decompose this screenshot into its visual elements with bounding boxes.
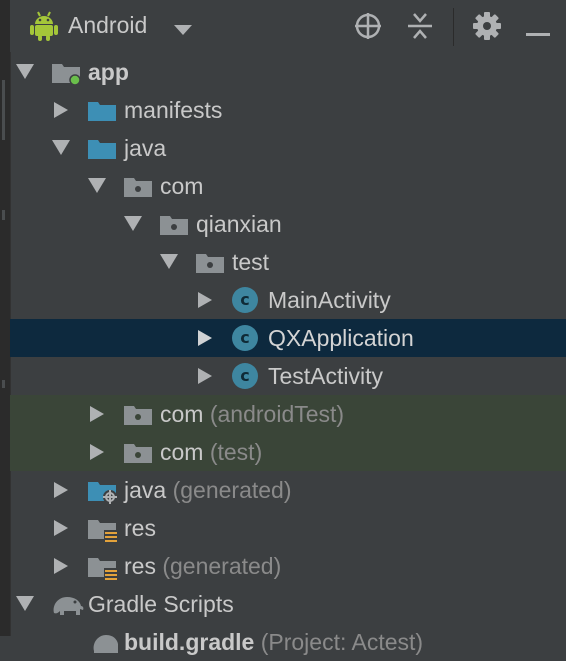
tree-label: com [160, 439, 204, 465]
tree-row-main-activity[interactable]: c MainActivity [10, 281, 566, 319]
strip-marker [2, 210, 5, 220]
expanded-arrow-icon[interactable] [16, 596, 34, 617]
tree-label: TestActivity [268, 363, 384, 389]
strip-marker [2, 380, 5, 388]
tree-row-test[interactable]: test [10, 243, 566, 281]
tree-row-com-test[interactable]: com (test) [10, 433, 566, 471]
tree-row-java-generated[interactable]: java (generated) [10, 471, 566, 509]
module-folder-icon [52, 61, 82, 90]
collapsed-arrow-icon[interactable] [54, 558, 68, 579]
gradle-elephant-icon [50, 593, 84, 622]
tree-row-gradle-scripts[interactable]: Gradle Scripts [10, 585, 566, 623]
tree-label: com [160, 173, 204, 199]
collapsed-arrow-icon[interactable] [54, 520, 68, 541]
tree-label: app [88, 59, 129, 85]
tree-label: java [124, 135, 167, 161]
tree-row-app[interactable]: app [10, 53, 566, 91]
generated-folder-icon [88, 479, 120, 510]
class-icon: c [232, 287, 258, 313]
package-icon [160, 213, 190, 242]
package-icon [124, 175, 154, 204]
class-icon: c [232, 325, 258, 351]
tree-label-hint: (test) [209, 439, 263, 465]
package-icon [124, 441, 154, 470]
toolbar-separator [453, 8, 454, 46]
tree-row-qx-application[interactable]: c QXApplication [10, 319, 566, 357]
tree-row-java[interactable]: java [10, 129, 566, 167]
tree-label: res [124, 553, 156, 579]
tree-label: com [160, 401, 204, 427]
tree-label: QXApplication [268, 325, 414, 351]
tree-label: res [124, 515, 156, 541]
collapsed-arrow-icon[interactable] [198, 330, 212, 351]
tree-row-res-generated[interactable]: res (generated) [10, 547, 566, 585]
collapsed-arrow-icon[interactable] [90, 444, 104, 465]
tree-label-hint: (androidTest) [209, 401, 345, 427]
collapsed-arrow-icon[interactable] [198, 368, 212, 389]
package-icon [196, 251, 226, 280]
collapsed-arrow-icon[interactable] [54, 102, 68, 123]
tree-row-com-android-test[interactable]: com (androidTest) [10, 395, 566, 433]
gear-icon[interactable] [473, 12, 501, 45]
expanded-arrow-icon[interactable] [124, 216, 142, 237]
collapsed-arrow-icon[interactable] [90, 406, 104, 427]
expanded-arrow-icon[interactable] [52, 140, 70, 161]
tree-row-qianxian[interactable]: qianxian [10, 205, 566, 243]
tree-label: java [124, 477, 167, 503]
tree-label: qianxian [196, 211, 282, 237]
chevron-down-icon[interactable] [174, 22, 192, 40]
collapsed-arrow-icon[interactable] [54, 482, 68, 503]
tree-row-test-activity[interactable]: c TestActivity [10, 357, 566, 395]
tree-label: build.gradle [124, 629, 255, 655]
strip-marker [2, 80, 5, 140]
collapsed-arrow-icon[interactable] [198, 292, 212, 313]
gradle-file-icon [90, 631, 120, 660]
expanded-arrow-icon[interactable] [160, 254, 178, 275]
tree-row-com[interactable]: com [10, 167, 566, 205]
collapse-all-icon[interactable] [408, 12, 432, 45]
expanded-arrow-icon[interactable] [88, 178, 106, 199]
resource-folder-icon [88, 517, 120, 550]
expanded-arrow-icon[interactable] [16, 64, 34, 85]
tree-label-hint: (generated) [162, 553, 282, 579]
minimize-icon[interactable] [526, 24, 550, 42]
locate-icon[interactable] [354, 12, 382, 45]
class-icon: c [232, 363, 258, 389]
project-toolbar: Android [10, 0, 566, 52]
package-icon [124, 403, 154, 432]
tree-label-hint: (generated) [172, 477, 292, 503]
tree-label: MainActivity [268, 287, 391, 313]
android-icon [30, 10, 58, 47]
resource-folder-icon [88, 555, 120, 588]
tree-label: manifests [124, 97, 223, 123]
tree-label: test [232, 249, 270, 275]
tree-row-build-gradle[interactable]: build.gradle (Project: Actest) [10, 623, 566, 661]
tree-row-manifests[interactable]: manifests [10, 91, 566, 129]
tree-label-hint: (Project: Actest) [260, 629, 424, 655]
folder-icon [88, 99, 118, 128]
tree-row-res[interactable]: res [10, 509, 566, 547]
project-view-selector[interactable]: Android [68, 12, 147, 39]
source-folder-icon [88, 137, 118, 166]
tree-label: Gradle Scripts [88, 591, 234, 617]
